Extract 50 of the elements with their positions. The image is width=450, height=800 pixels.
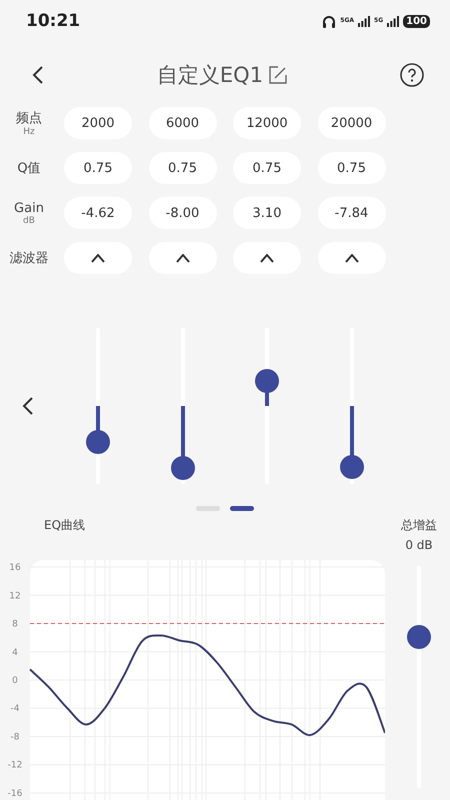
value-field[interactable]: 20000 [318, 107, 386, 139]
peak-filter-icon [260, 254, 274, 262]
axis-label: 4 [12, 648, 18, 658]
row-label: 频点 [16, 110, 42, 127]
slider-thumb[interactable] [170, 456, 195, 480]
peak-filter-icon [91, 254, 105, 262]
value-field[interactable]: 12000 [233, 107, 301, 139]
signal-icon [358, 16, 370, 27]
value-field[interactable]: 3.10 [233, 197, 301, 229]
value-field[interactable]: 2000 [64, 107, 132, 139]
signal-icon [387, 16, 400, 27]
unit-label: Hz [23, 127, 35, 137]
axis-label: -16 [8, 788, 22, 799]
axis-label: 16 [9, 563, 21, 574]
headphones-icon [322, 14, 336, 28]
peak-filter-icon [344, 254, 358, 262]
status-time: 10:21 [26, 11, 80, 32]
value-field[interactable]: -8.00 [148, 197, 216, 229]
value-field[interactable]: 0.75 [318, 152, 386, 184]
axis-label: -8 [10, 732, 20, 742]
slider-thumb[interactable] [86, 430, 110, 454]
value-field[interactable]: -7.84 [318, 197, 386, 229]
section-title: EQ曲线 [44, 517, 86, 534]
row-label: 滤波器 [10, 250, 48, 267]
value-field[interactable]: 0.75 [233, 152, 301, 184]
axis-label: 12 [9, 591, 21, 602]
value-field[interactable]: -4.62 [64, 197, 132, 229]
row-label: Q值 [17, 160, 41, 177]
back-icon[interactable] [32, 66, 44, 84]
help-icon[interactable] [400, 62, 424, 87]
battery-level: 100 [403, 14, 430, 28]
total-gain-label: 总增益 [401, 517, 437, 534]
value-field[interactable]: 0.75 [148, 152, 216, 184]
slider-thumb[interactable] [255, 369, 280, 394]
previous-icon[interactable] [22, 397, 34, 415]
peak-filter-icon [176, 254, 190, 262]
page-title: 自定义EQ1 [156, 62, 264, 89]
total-gain-value: 0 dB [405, 538, 433, 552]
axis-label: 0 [12, 676, 18, 686]
slider-thumb[interactable] [407, 625, 431, 650]
page-indicator[interactable] [230, 506, 254, 511]
axis-label: -4 [10, 704, 20, 714]
axis-label: -12 [8, 760, 22, 771]
value-field[interactable]: 6000 [148, 107, 216, 139]
axis-label: 8 [12, 620, 18, 630]
slider-thumb[interactable] [340, 454, 364, 479]
unit-label: dB [23, 216, 35, 226]
row-label: Gain [14, 200, 44, 216]
value-field[interactable]: 0.75 [64, 152, 132, 184]
edit-icon[interactable] [269, 66, 288, 84]
